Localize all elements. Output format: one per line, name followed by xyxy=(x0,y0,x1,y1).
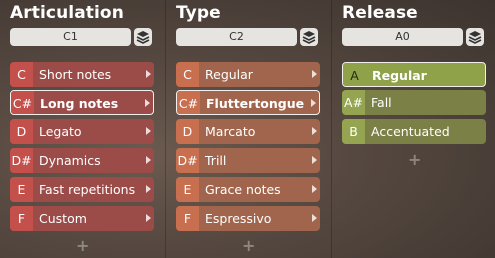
triangle-right-icon[interactable] xyxy=(146,127,151,135)
add-articulation-button[interactable]: + xyxy=(76,236,89,255)
triangle-right-icon[interactable] xyxy=(312,214,317,222)
item-label: Grace notes xyxy=(205,182,281,197)
key-label: D# xyxy=(10,148,33,173)
release-title: Release xyxy=(342,3,418,23)
key-label: A xyxy=(343,63,366,86)
item-label: Regular xyxy=(205,67,253,82)
item-label: Fluttertongue xyxy=(206,96,305,111)
key-label: B xyxy=(342,119,365,144)
key-label: D xyxy=(176,119,199,144)
item-label: Trill xyxy=(205,153,227,168)
item-label: Fast repetitions xyxy=(39,182,136,197)
articulation-layers-button[interactable] xyxy=(134,28,152,46)
list-item[interactable]: D# Dynamics xyxy=(10,148,154,173)
list-item[interactable]: D Marcato xyxy=(176,119,320,144)
layers-icon xyxy=(468,31,482,44)
articulation-column: Articulation C1 C Short notes C# Long no… xyxy=(0,0,164,258)
key-label: E xyxy=(10,177,33,202)
list-item-selected[interactable]: C# Long notes xyxy=(10,90,154,115)
key-label: D# xyxy=(176,148,199,173)
add-release-button[interactable]: + xyxy=(408,150,421,169)
item-label: Espressivo xyxy=(205,211,272,226)
list-item[interactable]: F Custom xyxy=(10,206,154,231)
type-selector[interactable]: C2 xyxy=(176,28,297,46)
triangle-right-icon[interactable] xyxy=(312,185,317,193)
release-column: Release A0 A Regular A# Fall B Accentuat… xyxy=(331,0,495,258)
key-label: D xyxy=(10,119,33,144)
list-item[interactable]: C Short notes xyxy=(10,62,154,87)
item-label: Regular xyxy=(372,68,427,83)
triangle-right-icon[interactable] xyxy=(145,99,150,107)
add-type-button[interactable]: + xyxy=(242,236,255,255)
release-layers-button[interactable] xyxy=(466,28,484,46)
type-title: Type xyxy=(176,3,221,23)
item-label: Short notes xyxy=(39,67,112,82)
key-label: C# xyxy=(11,91,34,114)
item-label: Long notes xyxy=(40,96,119,111)
key-label: C xyxy=(176,62,199,87)
triangle-right-icon[interactable] xyxy=(146,156,151,164)
list-item[interactable]: D Legato xyxy=(10,119,154,144)
list-item[interactable]: B Accentuated xyxy=(342,119,486,144)
key-label: F xyxy=(176,206,199,231)
key-label: A# xyxy=(342,90,365,115)
triangle-right-icon[interactable] xyxy=(146,70,151,78)
item-label: Marcato xyxy=(205,124,256,139)
triangle-right-icon[interactable] xyxy=(312,127,317,135)
item-label: Legato xyxy=(39,124,82,139)
item-label: Dynamics xyxy=(39,153,101,168)
key-label: C xyxy=(10,62,33,87)
list-item[interactable]: D# Trill xyxy=(176,148,320,173)
layers-icon xyxy=(136,31,150,44)
triangle-right-icon[interactable] xyxy=(312,156,317,164)
list-item[interactable]: A# Fall xyxy=(342,90,486,115)
triangle-right-icon[interactable] xyxy=(146,214,151,222)
list-item[interactable]: E Fast repetitions xyxy=(10,177,154,202)
item-label: Fall xyxy=(371,95,392,110)
release-selector[interactable]: A0 xyxy=(342,28,463,46)
list-item-selected[interactable]: A Regular xyxy=(342,62,486,87)
key-label: E xyxy=(176,177,199,202)
articulation-title: Articulation xyxy=(10,3,124,23)
key-label: C# xyxy=(177,91,200,114)
triangle-right-icon[interactable] xyxy=(312,70,317,78)
articulation-selector[interactable]: C1 xyxy=(10,28,131,46)
triangle-right-icon[interactable] xyxy=(311,99,316,107)
list-item[interactable]: F Espressivo xyxy=(176,206,320,231)
layers-icon xyxy=(302,31,316,44)
list-item[interactable]: E Grace notes xyxy=(176,177,320,202)
list-item[interactable]: C Regular xyxy=(176,62,320,87)
list-item-selected[interactable]: C# Fluttertongue xyxy=(176,90,320,115)
item-label: Custom xyxy=(39,211,87,226)
item-label: Accentuated xyxy=(371,124,450,139)
type-layers-button[interactable] xyxy=(300,28,318,46)
type-column: Type C2 C Regular C# Fluttertongue D Mar… xyxy=(165,0,331,258)
key-label: F xyxy=(10,206,33,231)
triangle-right-icon[interactable] xyxy=(146,185,151,193)
